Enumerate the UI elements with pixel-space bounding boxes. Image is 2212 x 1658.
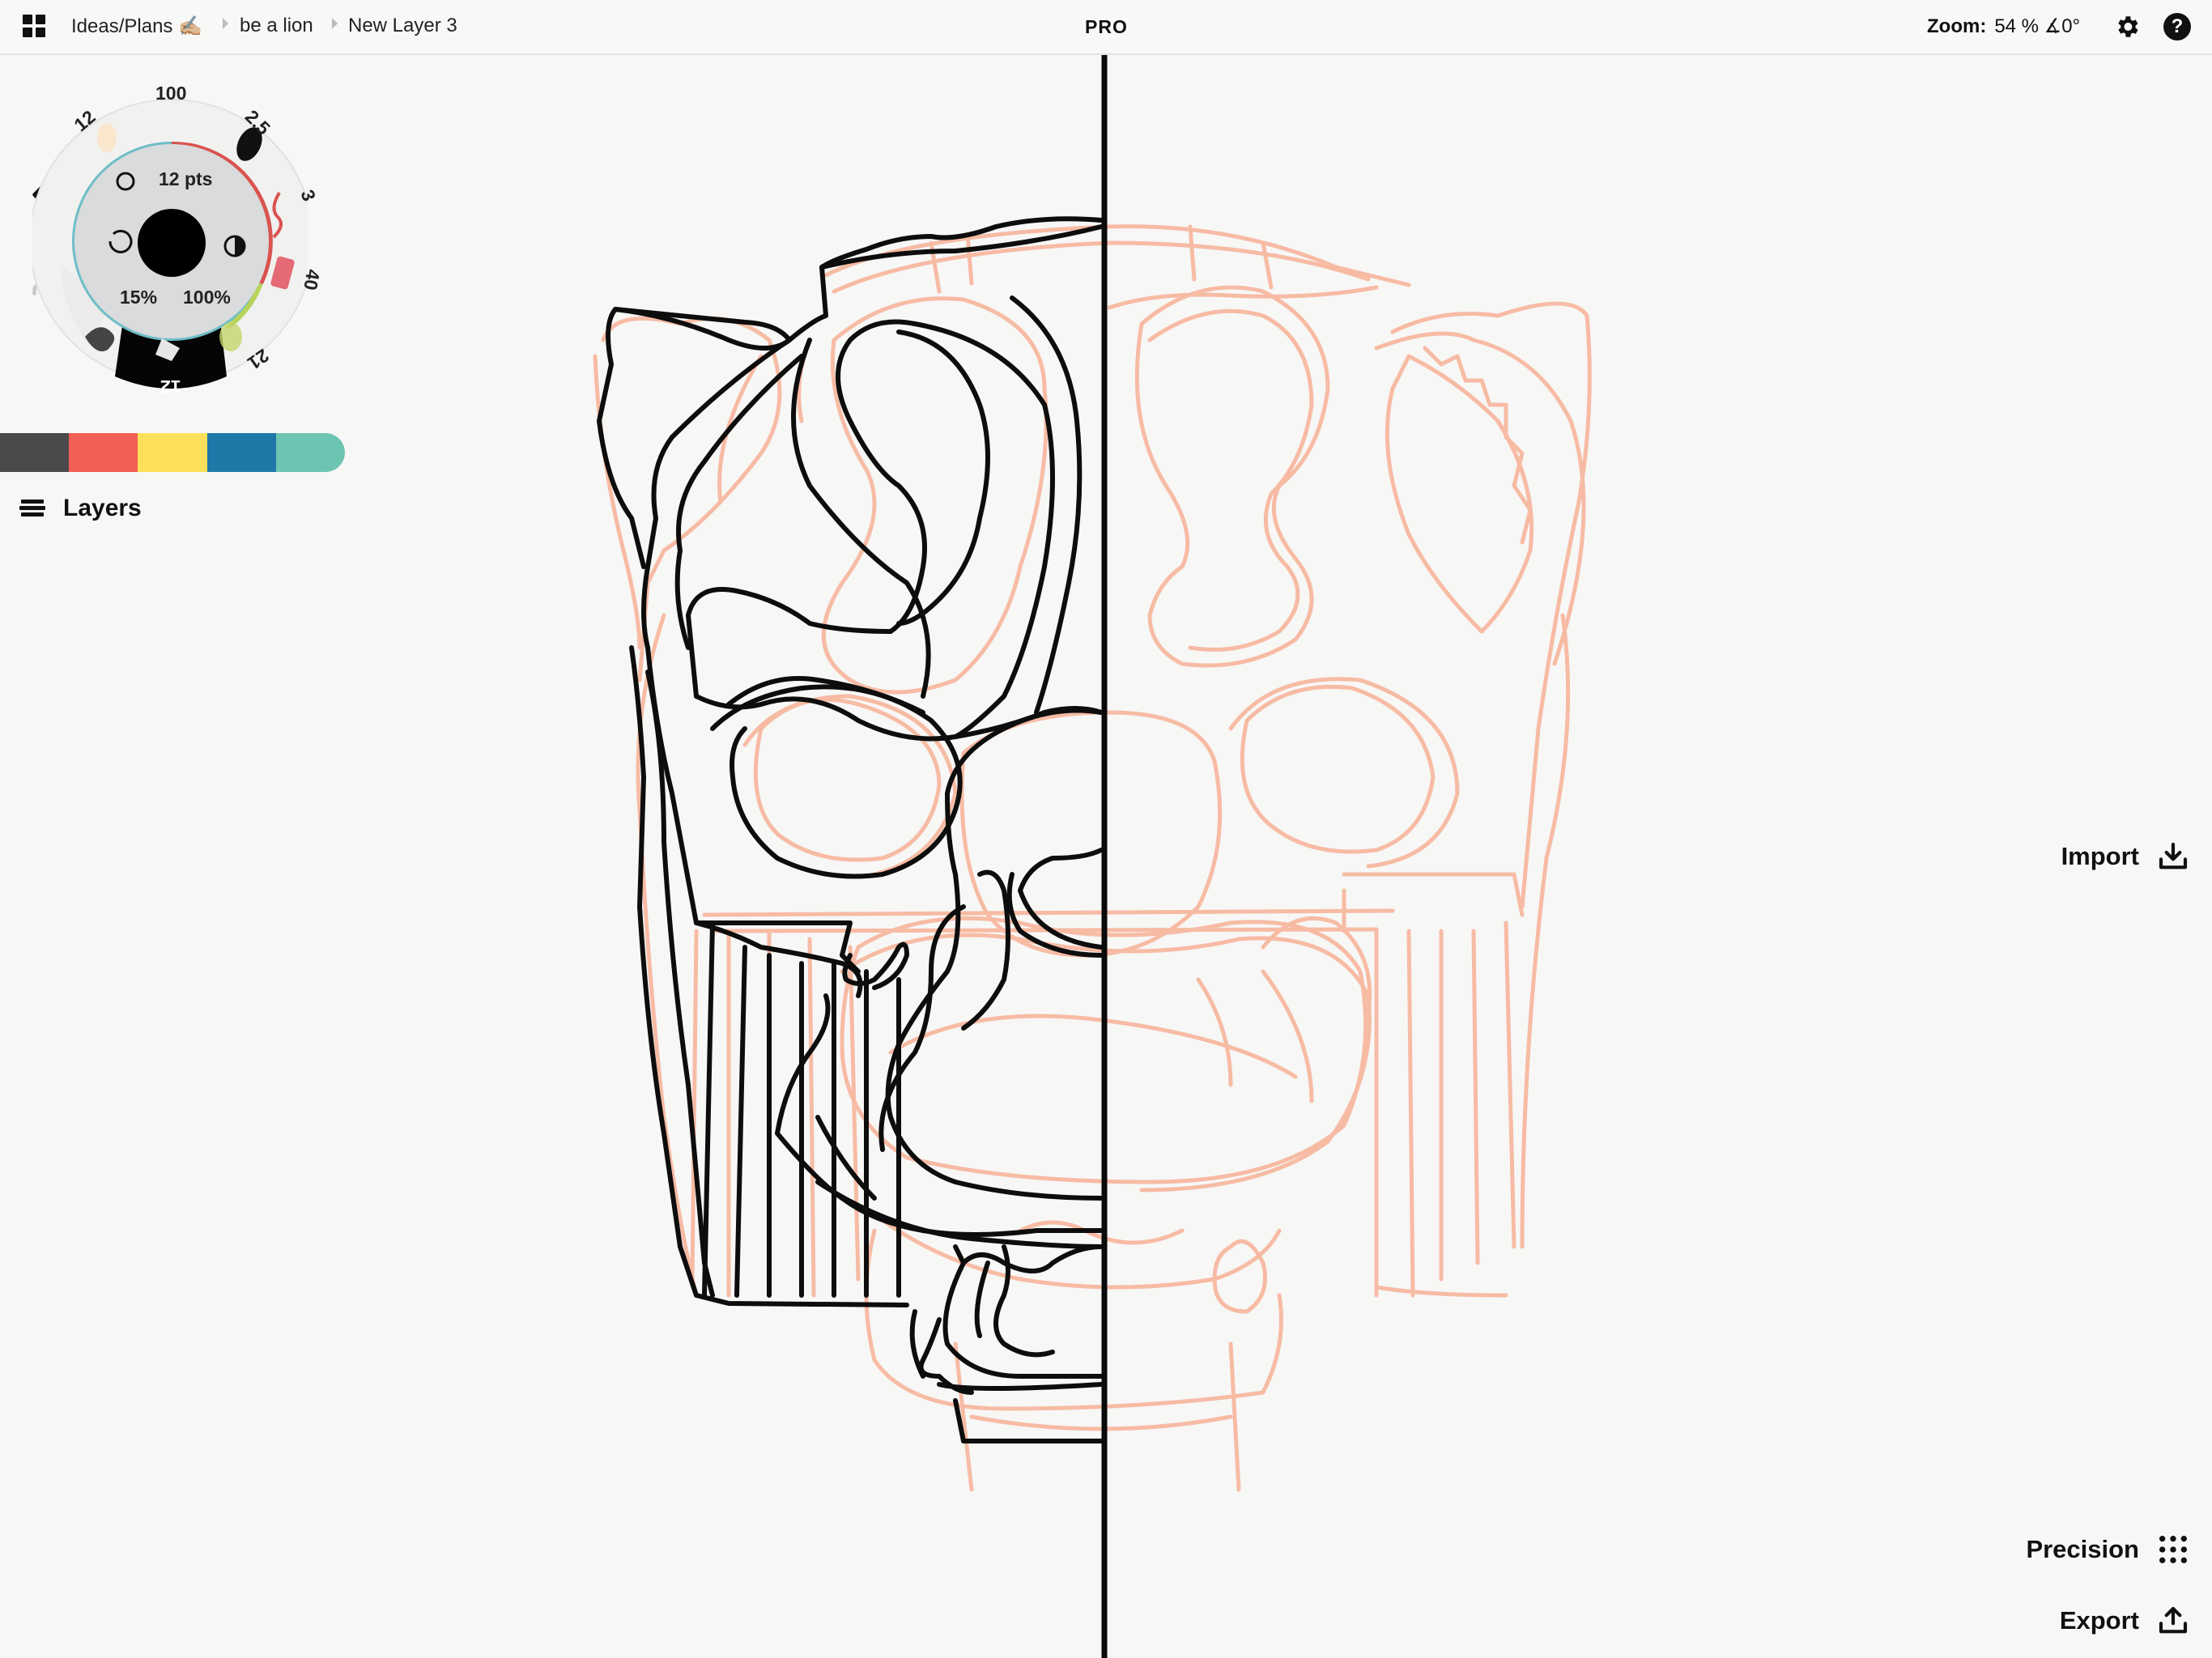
top-bar: Ideas/Plans ✍🏼 be a lion New Layer 3 PRO… bbox=[0, 0, 2212, 55]
import-icon bbox=[2159, 842, 2188, 869]
breadcrumb-separator-icon bbox=[223, 18, 228, 29]
sketch-layer bbox=[593, 224, 1592, 1492]
ink-layer bbox=[597, 216, 1104, 1444]
precision-label: Precision bbox=[2026, 1535, 2139, 1563]
breadcrumb-layer[interactable]: New Layer 3 bbox=[348, 15, 457, 37]
zoom-readout[interactable]: Zoom: 54 % ∡0° bbox=[1927, 15, 2080, 38]
pro-badge[interactable]: PRO bbox=[1085, 16, 1128, 38]
gallery-grid-icon[interactable] bbox=[23, 15, 47, 39]
drawing-canvas[interactable] bbox=[0, 55, 2212, 1658]
import-label: Import bbox=[2061, 842, 2139, 870]
export-icon bbox=[2159, 1606, 2188, 1634]
breadcrumb-root[interactable]: Ideas/Plans ✍🏼 bbox=[71, 15, 202, 38]
precision-dots-icon bbox=[2159, 1536, 2187, 1563]
precision-button[interactable]: Precision bbox=[2026, 1533, 2189, 1566]
breadcrumb-drawing[interactable]: be a lion bbox=[240, 15, 313, 37]
import-button[interactable]: Import bbox=[2061, 840, 2189, 873]
zoom-value: 54 % ∡0° bbox=[1994, 15, 2081, 37]
zoom-label: Zoom: bbox=[1927, 15, 1987, 37]
export-button[interactable]: Export bbox=[2060, 1605, 2189, 1637]
export-label: Export bbox=[2059, 1606, 2139, 1635]
breadcrumb-separator-icon bbox=[332, 18, 338, 29]
settings-gear-icon[interactable] bbox=[2113, 13, 2141, 40]
help-icon[interactable]: ? bbox=[2163, 13, 2191, 40]
